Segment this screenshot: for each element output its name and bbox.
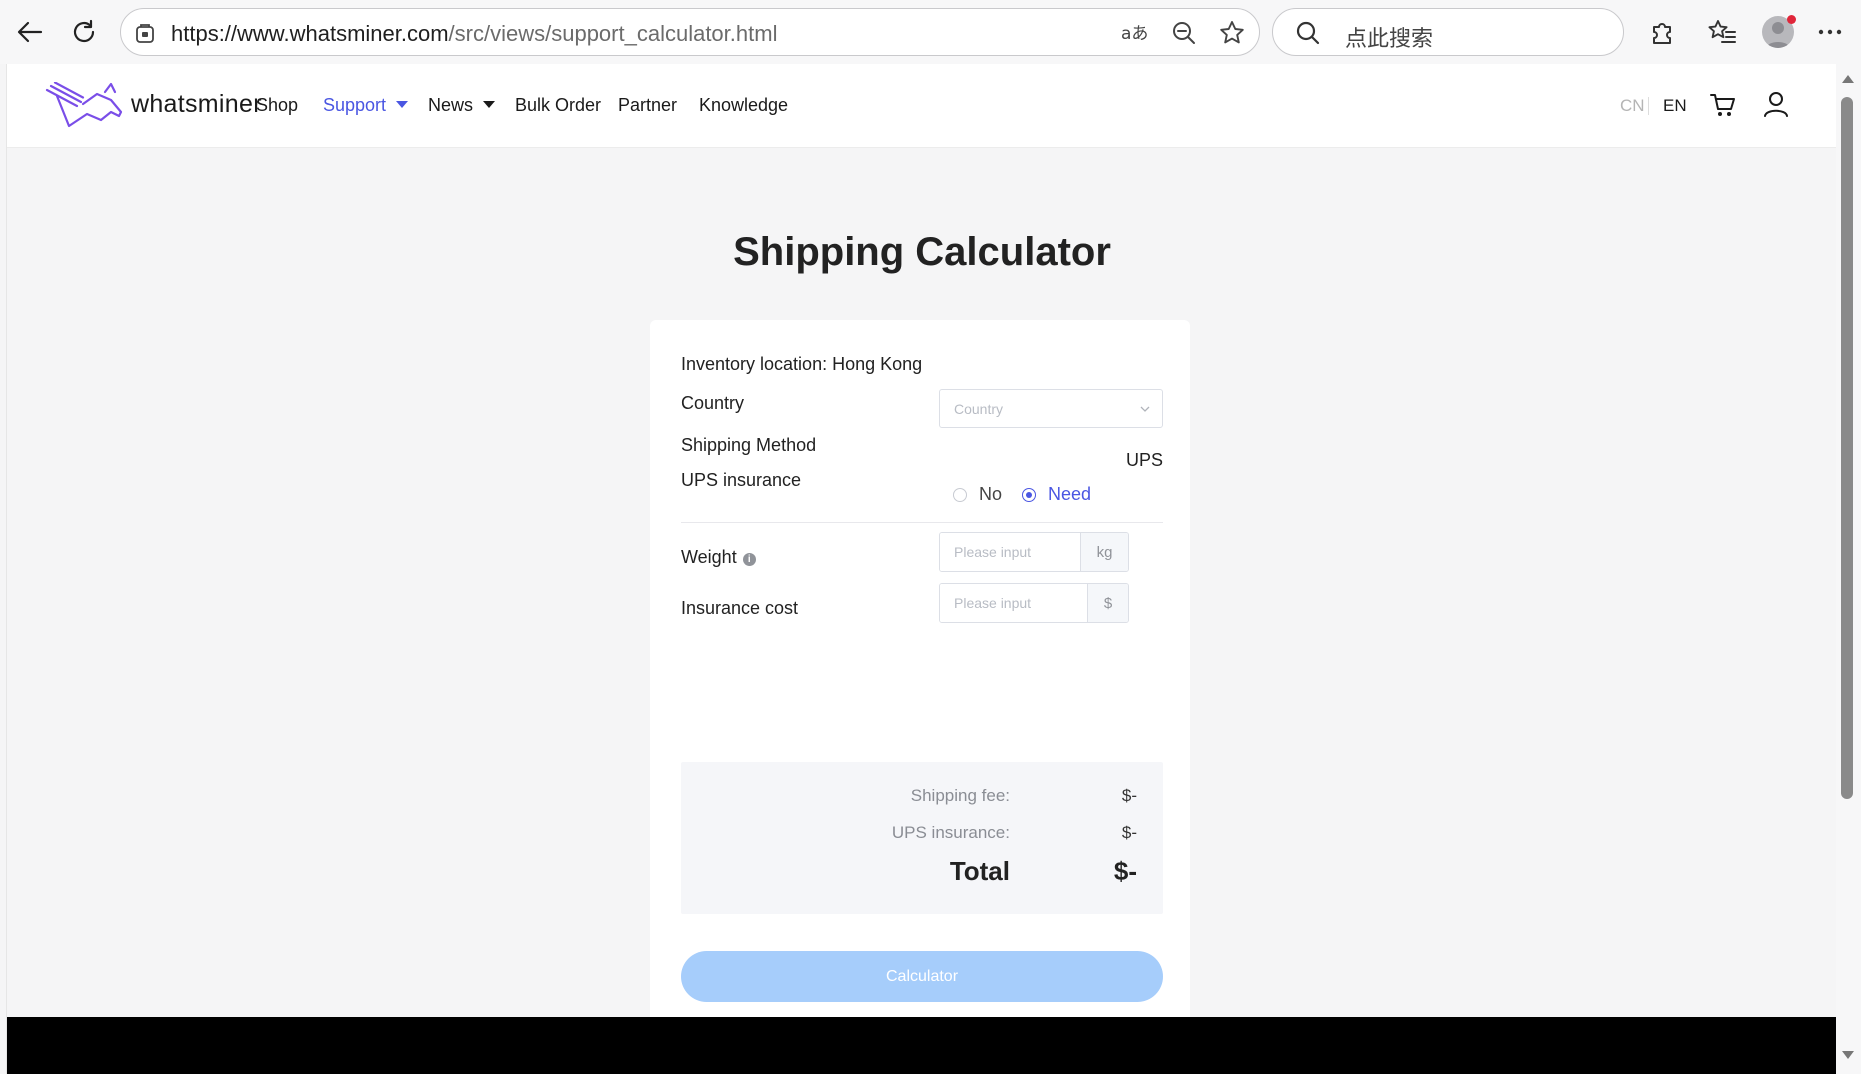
site-footer	[7, 1017, 1836, 1074]
search-placeholder: 点此搜索	[1345, 27, 1434, 52]
caret-down-icon	[396, 101, 409, 108]
nav-shop[interactable]: Shop	[256, 95, 298, 116]
shipping-method-value: UPS	[1125, 450, 1163, 470]
site-info-lock-icon[interactable]	[133, 21, 157, 45]
country-select[interactable]: Country	[939, 389, 1163, 428]
insurance-cost-unit: $	[1087, 584, 1128, 622]
reload-button[interactable]	[64, 12, 104, 52]
shipping-fee-value: $-	[1121, 786, 1137, 805]
ups-insurance-summary-label: UPS insurance:	[891, 823, 1010, 842]
scroll-up-arrow[interactable]	[1837, 70, 1859, 88]
read-aloud-translate-icon[interactable]: aあ	[1119, 18, 1149, 48]
browser-search-box[interactable]: 点此搜索	[1272, 8, 1624, 56]
scroll-down-arrow[interactable]	[1837, 1046, 1859, 1064]
search-icon	[1296, 21, 1320, 45]
inventory-location: Inventory location: Hong Kong	[681, 354, 923, 374]
total-value: $-	[1113, 856, 1137, 886]
weight-label: Weight i	[681, 547, 756, 568]
back-arrow-icon	[17, 21, 43, 43]
more-menu-button[interactable]	[1810, 12, 1850, 52]
insurance-cost-input[interactable]	[940, 584, 1087, 622]
page-title: Shipping Calculator	[733, 230, 1111, 274]
more-dots-icon	[1818, 29, 1842, 35]
reload-icon	[73, 19, 95, 43]
nav-news[interactable]: News	[428, 95, 496, 116]
insurance-radio-need[interactable]: Need	[1022, 484, 1091, 505]
insurance-cost-label: Insurance cost	[681, 598, 799, 618]
ups-insurance-summary-value: $-	[1121, 823, 1137, 842]
calculator-button[interactable]: Calculator	[681, 951, 1163, 1002]
browser-toolbar: https://www.whatsminer.com/src/views/sup…	[0, 0, 1861, 64]
divider	[681, 522, 1163, 523]
radio-no-label: No	[979, 484, 1003, 504]
scrollbar-thumb[interactable]	[1841, 97, 1853, 799]
insurance-cost-input-group: $	[939, 583, 1129, 623]
weight-input-group: kg	[939, 532, 1129, 572]
logo-text[interactable]: whatsminer	[131, 90, 262, 119]
notification-dot	[1787, 15, 1796, 24]
shipping-method-label: Shipping Method	[681, 435, 817, 455]
nav-support-label: Support	[323, 95, 387, 115]
cost-summary: Shipping fee: $- UPS insurance: $- Total…	[681, 762, 1163, 914]
site-header: whatsminer Shop Support News Bulk Order …	[7, 64, 1836, 148]
insurance-radio-no[interactable]: No	[953, 484, 1002, 505]
back-button[interactable]	[10, 12, 50, 52]
chevron-down-icon	[1140, 406, 1150, 412]
url-path: /src/views/support_calculator.html	[448, 21, 778, 46]
lang-cn[interactable]: CN	[1620, 96, 1645, 116]
whatsminer-horse-logo-icon[interactable]	[45, 82, 125, 128]
page-viewport: whatsminer Shop Support News Bulk Order …	[6, 64, 1836, 1074]
nav-bulk-order[interactable]: Bulk Order	[515, 95, 601, 116]
url-text[interactable]: https://www.whatsminer.com/src/views/sup…	[171, 21, 777, 47]
lang-divider	[1648, 97, 1649, 115]
weight-unit: kg	[1080, 533, 1128, 571]
total-label: Total	[949, 856, 1010, 886]
url-host: https://www.whatsminer.com	[171, 21, 449, 46]
cart-icon[interactable]	[1710, 92, 1736, 118]
favorites-button[interactable]	[1702, 12, 1742, 52]
country-select-placeholder: Country	[954, 401, 1004, 417]
lang-en[interactable]: EN	[1663, 96, 1687, 116]
scroll-down-icon	[1842, 1051, 1854, 1059]
extensions-button[interactable]	[1642, 12, 1682, 52]
address-bar[interactable]: https://www.whatsminer.com/src/views/sup…	[120, 8, 1260, 56]
scroll-up-icon	[1842, 75, 1854, 83]
radio-circle	[953, 487, 967, 502]
favorite-star-icon[interactable]	[1217, 18, 1247, 48]
ups-insurance-label: UPS insurance	[681, 470, 802, 490]
nav-knowledge[interactable]: Knowledge	[699, 95, 788, 116]
svg-text:aあ: aあ	[1121, 24, 1147, 44]
nav-news-label: News	[428, 95, 474, 115]
shipping-fee-label: Shipping fee:	[910, 786, 1010, 805]
caret-down-icon	[483, 101, 496, 108]
user-account-icon[interactable]	[1763, 91, 1789, 117]
calculator-card: Inventory location: Hong Kong Country Co…	[650, 320, 1190, 1042]
nav-support[interactable]: Support	[323, 95, 409, 116]
nav-partner[interactable]: Partner	[618, 95, 677, 116]
radio-need-label: Need	[1048, 484, 1092, 504]
weight-label-text: Weight	[681, 547, 737, 567]
info-icon[interactable]: i	[742, 553, 756, 566]
radio-circle-checked	[1022, 487, 1036, 502]
zoom-out-icon[interactable]	[1169, 18, 1199, 48]
weight-input[interactable]	[940, 533, 1080, 571]
country-label: Country	[681, 393, 745, 413]
favorites-list-icon	[1708, 20, 1736, 43]
puzzle-icon	[1653, 23, 1671, 44]
